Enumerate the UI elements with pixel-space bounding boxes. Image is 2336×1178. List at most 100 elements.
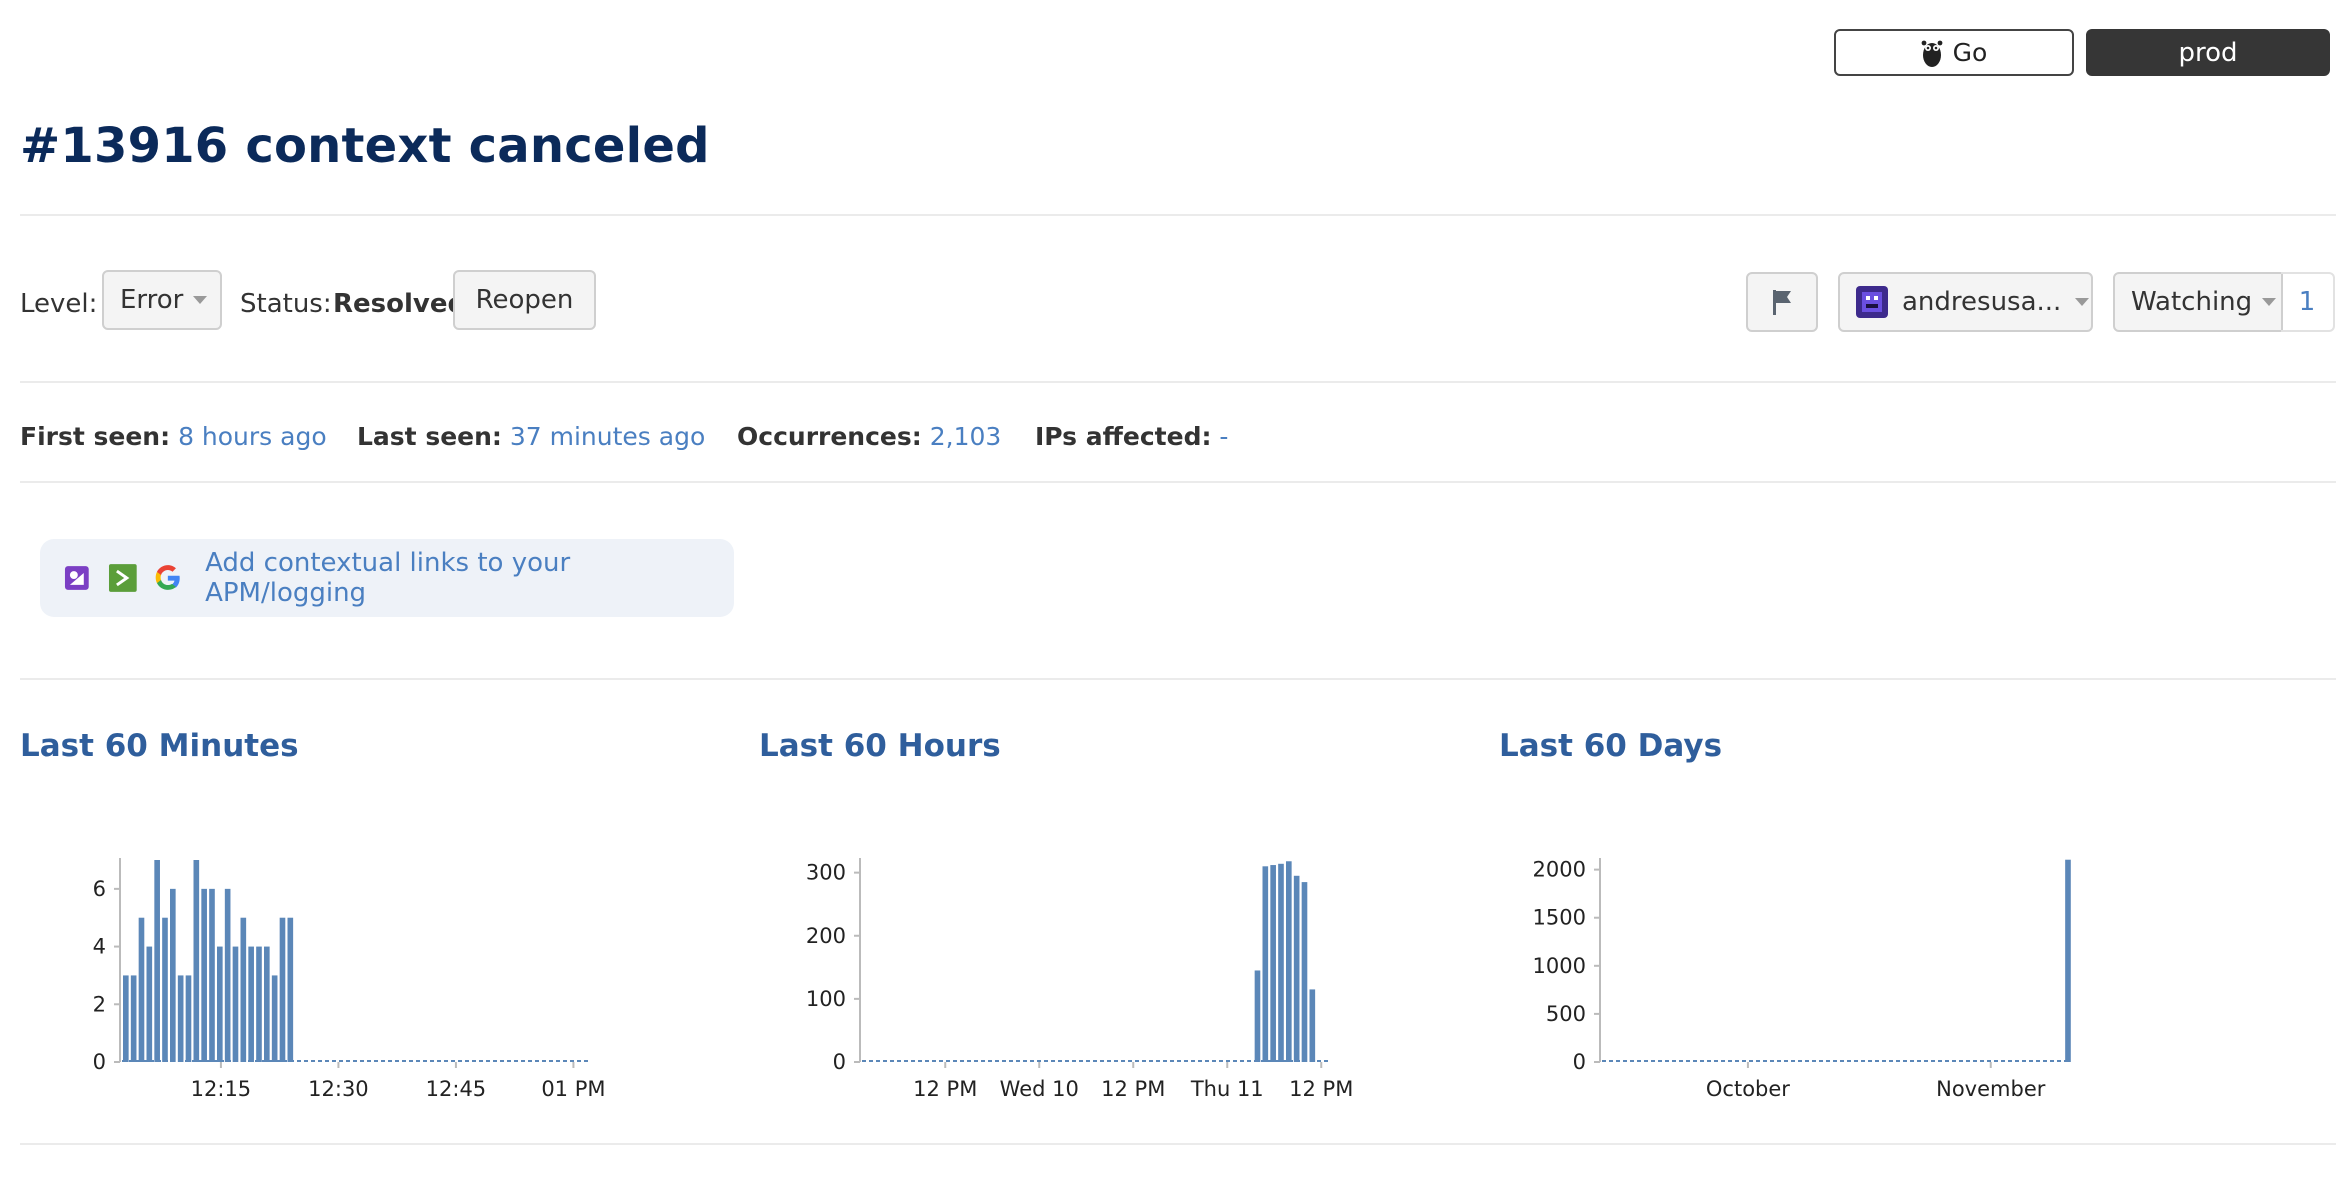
flag-button[interactable] — [1746, 272, 1818, 332]
bar — [130, 975, 137, 1062]
y-tick-label: 200 — [806, 924, 846, 948]
y-tick-label: 1000 — [1533, 954, 1586, 978]
bar — [1262, 866, 1269, 1062]
y-tick-label: 500 — [1546, 1002, 1586, 1026]
bar — [193, 860, 200, 1062]
env-go-button[interactable]: Go — [1834, 29, 2074, 76]
occurrences-label: Occurrences: — [737, 422, 922, 451]
occurrences-value[interactable]: 2,103 — [930, 422, 1002, 451]
level-value: Error — [120, 285, 184, 315]
ips-label: IPs affected: — [1035, 422, 1212, 451]
x-tick-label: Wed 10 — [1000, 1077, 1079, 1101]
env-go-label: Go — [1952, 38, 1988, 67]
reopen-button[interactable]: Reopen — [453, 270, 596, 330]
bar — [162, 917, 168, 1062]
bar — [123, 975, 129, 1062]
x-tick-label: November — [1936, 1077, 2046, 1101]
x-tick-label: October — [1706, 1077, 1790, 1101]
y-tick-label: 0 — [833, 1050, 846, 1074]
x-tick-label: 12:45 — [426, 1077, 487, 1101]
divider — [20, 481, 2336, 483]
bar — [146, 946, 153, 1062]
y-tick-label: 1500 — [1533, 906, 1586, 930]
bar — [185, 975, 192, 1062]
watch-dropdown[interactable]: Watching — [2113, 272, 2283, 332]
assignee-dropdown[interactable]: andresusa... — [1838, 272, 2093, 332]
bar — [170, 888, 176, 1062]
bar — [201, 888, 207, 1062]
last-seen: Last seen: 37 minutes ago — [357, 422, 705, 451]
x-tick-label: 12 PM — [1101, 1077, 1165, 1101]
first-seen-label: First seen: — [20, 422, 171, 451]
last-seen-label: Last seen: — [357, 422, 502, 451]
status-value: Resolved — [333, 289, 467, 319]
bar — [287, 917, 294, 1062]
bar — [1293, 875, 1300, 1062]
chevron-down-icon — [193, 296, 208, 304]
bar — [2065, 859, 2071, 1062]
google-icon — [156, 565, 181, 590]
x-tick-label: 12:15 — [191, 1077, 252, 1101]
bar — [1286, 861, 1292, 1062]
bar — [138, 917, 145, 1062]
first-seen: First seen: 8 hours ago — [20, 422, 327, 451]
chevron-down-icon — [2262, 298, 2277, 306]
bar — [264, 946, 270, 1062]
level-dropdown[interactable]: Error — [102, 270, 222, 330]
x-tick-label: 12 PM — [913, 1077, 977, 1101]
first-seen-value[interactable]: 8 hours ago — [178, 422, 327, 451]
x-tick-label: Thu 11 — [1190, 1077, 1264, 1101]
status-label: Status: — [240, 289, 332, 319]
ips-affected: IPs affected: - — [1035, 422, 1228, 451]
bar — [224, 888, 231, 1062]
bar — [232, 946, 239, 1062]
bar — [177, 975, 184, 1062]
watcher-count-value: 1 — [2298, 287, 2316, 317]
bar — [256, 946, 262, 1062]
y-tick-label: 0 — [93, 1050, 106, 1074]
bar — [279, 917, 286, 1062]
y-tick-label: 2000 — [1533, 858, 1586, 882]
chart-title-hours: Last 60 Hours — [759, 728, 1001, 764]
bar — [209, 888, 215, 1062]
assignee-name: andresusa... — [1902, 287, 2062, 317]
divider — [20, 381, 2336, 383]
level-label: Level: — [20, 289, 98, 319]
chart-title-minutes: Last 60 Minutes — [20, 728, 299, 764]
reopen-label: Reopen — [475, 285, 574, 315]
datadog-icon — [64, 566, 89, 590]
y-tick-label: 100 — [806, 987, 846, 1011]
watcher-count[interactable]: 1 — [2281, 272, 2335, 332]
last-seen-value[interactable]: 37 minutes ago — [510, 422, 705, 451]
chevron-down-icon — [2075, 298, 2090, 306]
bar — [240, 917, 247, 1062]
x-tick-label: 12 PM — [1289, 1077, 1353, 1101]
x-tick-label: 12:30 — [308, 1077, 369, 1101]
chart-last-60-hours: 0 100 200 300 12 PM Wed 10 12 PM Thu 11 12 PM — [806, 858, 1353, 1101]
gopher-icon — [1921, 40, 1943, 67]
avatar — [1856, 286, 1888, 318]
chart-title-days: Last 60 Days — [1499, 728, 1723, 764]
y-tick-label: 2 — [93, 992, 106, 1016]
flag-icon — [1773, 290, 1791, 315]
chart-last-60-days: 0 500 1000 1500 2000 October November — [1533, 858, 2071, 1101]
contextual-links-text: Add contextual links to your APM/logging — [205, 548, 571, 608]
env-prod-label: prod — [2178, 37, 2238, 68]
bar — [1309, 989, 1316, 1062]
y-tick-label: 6 — [93, 877, 106, 901]
page-title: #13916 context canceled — [20, 118, 710, 174]
terminal-icon — [108, 564, 137, 592]
y-tick-label: 300 — [806, 861, 846, 885]
bar — [217, 946, 223, 1062]
x-tick-label: 01 PM — [541, 1077, 605, 1101]
divider — [20, 678, 2336, 680]
bar — [271, 975, 278, 1062]
y-tick-label: 4 — [93, 935, 106, 959]
env-prod-button[interactable]: prod — [2086, 29, 2330, 76]
bar — [1254, 970, 1261, 1062]
ips-value[interactable]: - — [1219, 422, 1228, 451]
watch-label: Watching — [2131, 287, 2253, 317]
y-tick-label: 0 — [1573, 1050, 1586, 1074]
contextual-links-banner[interactable]: Add contextual links to your APM/logging — [40, 539, 734, 617]
bar — [248, 946, 254, 1062]
